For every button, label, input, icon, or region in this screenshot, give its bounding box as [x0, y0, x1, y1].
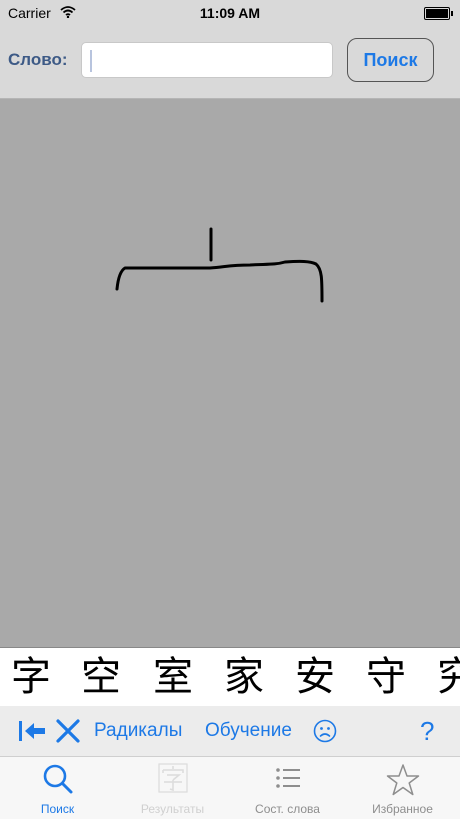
- close-icon: [56, 719, 80, 743]
- candidate-char[interactable]: 字: [9, 652, 53, 702]
- candidate-char[interactable]: 安: [293, 652, 337, 702]
- handwriting-strokes: [115, 227, 324, 303]
- text-caret: [90, 50, 92, 72]
- candidate-char[interactable]: 家: [222, 652, 266, 702]
- toolbar: Радикалы Обучение ?: [0, 706, 460, 756]
- candidate-char[interactable]: 究: [435, 652, 460, 702]
- clear-button[interactable]: [56, 706, 80, 756]
- candidate-char[interactable]: 室: [151, 652, 195, 702]
- candidate-char[interactable]: 空: [79, 652, 123, 702]
- status-time: 11:09 AM: [199, 5, 261, 21]
- word-label: Слово:: [8, 50, 68, 69]
- status-bar: Carrier 11:09 AM: [0, 0, 460, 26]
- tab-favorites-label: Избранное: [372, 802, 433, 816]
- kanji-icon: [115, 763, 230, 795]
- candidate-char[interactable]: 守: [364, 652, 408, 702]
- handwriting-canvas[interactable]: [0, 99, 460, 647]
- help-button[interactable]: ?: [420, 706, 434, 756]
- list-icon: [230, 763, 345, 795]
- search-button[interactable]: Поиск: [347, 38, 434, 82]
- word-input[interactable]: [81, 42, 333, 78]
- search-icon: [0, 763, 115, 795]
- tab-word-composition-label: Сост. слова: [255, 802, 320, 816]
- tab-results-label: Результаты: [140, 802, 205, 816]
- tab-word-composition[interactable]: Сост. слова: [230, 757, 345, 819]
- search-bar: Слово: Поиск: [0, 26, 460, 99]
- tab-bar: Поиск Результаты Сост. слова Избранное: [0, 756, 460, 819]
- tab-search[interactable]: Поиск: [0, 757, 115, 819]
- candidate-row: 字 空 室 家 安 守 究: [0, 647, 460, 707]
- sad-face-icon: [313, 719, 337, 743]
- star-icon: [345, 763, 460, 796]
- tab-favorites[interactable]: Избранное: [345, 757, 460, 819]
- tab-search-label: Поиск: [40, 802, 75, 816]
- go-to-start-button[interactable]: [18, 706, 46, 756]
- battery-icon: [424, 7, 453, 20]
- training-button[interactable]: Обучение: [205, 706, 292, 756]
- sad-face-button[interactable]: [313, 706, 337, 756]
- radicals-button[interactable]: Радикалы: [94, 706, 182, 756]
- tab-results[interactable]: Результаты: [115, 757, 230, 819]
- go-to-start-icon: [19, 721, 45, 741]
